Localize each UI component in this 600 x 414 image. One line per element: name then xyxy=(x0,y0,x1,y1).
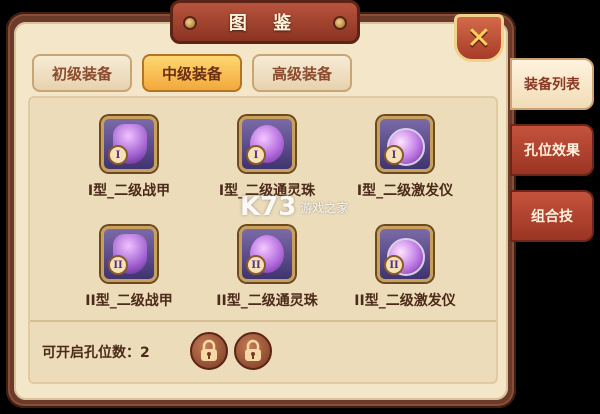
bolt-icon xyxy=(333,16,347,30)
lock-icon[interactable] xyxy=(190,332,228,370)
item-card[interactable]: II II型_二级战甲 xyxy=(64,226,194,322)
close-icon: ✕ xyxy=(466,20,492,56)
item-label: II型_二级战甲 xyxy=(85,293,173,309)
tab-intermediate-equipment[interactable]: 中级装备 xyxy=(142,54,242,92)
grade-badge: II xyxy=(384,255,404,275)
close-button[interactable]: ✕ xyxy=(454,14,504,62)
grade-badge: I xyxy=(384,145,404,165)
title-plaque: 图 鉴 xyxy=(170,0,360,44)
grade-badge: I xyxy=(108,145,128,165)
watermark-logo: K73 xyxy=(240,192,297,222)
spirit-orb-icon: I xyxy=(239,116,295,172)
grade-badge: I xyxy=(246,145,266,165)
bolt-icon xyxy=(183,16,197,30)
tab-combo-skills[interactable]: 组合技 xyxy=(510,190,594,242)
item-label: I型_二级战甲 xyxy=(87,183,171,199)
window-title: 图 鉴 xyxy=(228,13,302,34)
tab-advanced-equipment[interactable]: 高级装备 xyxy=(252,54,352,92)
tab-basic-equipment[interactable]: 初级装备 xyxy=(32,54,132,92)
item-label: I型_二级激发仪 xyxy=(356,183,454,199)
pendant-icon: II xyxy=(377,226,433,282)
armor-icon: I xyxy=(101,116,157,172)
item-label: II型_二级通灵珠 xyxy=(216,293,318,309)
grade-badge: II xyxy=(108,255,128,275)
armor-icon: II xyxy=(101,226,157,282)
grade-badge: II xyxy=(246,255,266,275)
item-card[interactable]: II II型_二级通灵珠 xyxy=(202,226,332,322)
open-slot-count: 可开启孔位数：2 xyxy=(42,345,150,361)
tab-slot-effects[interactable]: 孔位效果 xyxy=(510,124,594,176)
item-label: II型_二级激发仪 xyxy=(354,293,456,309)
pendant-icon: I xyxy=(377,116,433,172)
lock-icon[interactable] xyxy=(234,332,272,370)
item-card[interactable]: I I型_二级战甲 xyxy=(64,116,194,212)
item-card[interactable]: I I型_二级激发仪 xyxy=(340,116,470,212)
spirit-orb-icon: II xyxy=(239,226,295,282)
watermark-text: 游戏之家 xyxy=(300,200,349,215)
tab-equipment-list[interactable]: 装备列表 xyxy=(510,58,594,110)
item-card[interactable]: II II型_二级激发仪 xyxy=(340,226,470,322)
watermark: K73 游戏之家 xyxy=(240,192,348,222)
